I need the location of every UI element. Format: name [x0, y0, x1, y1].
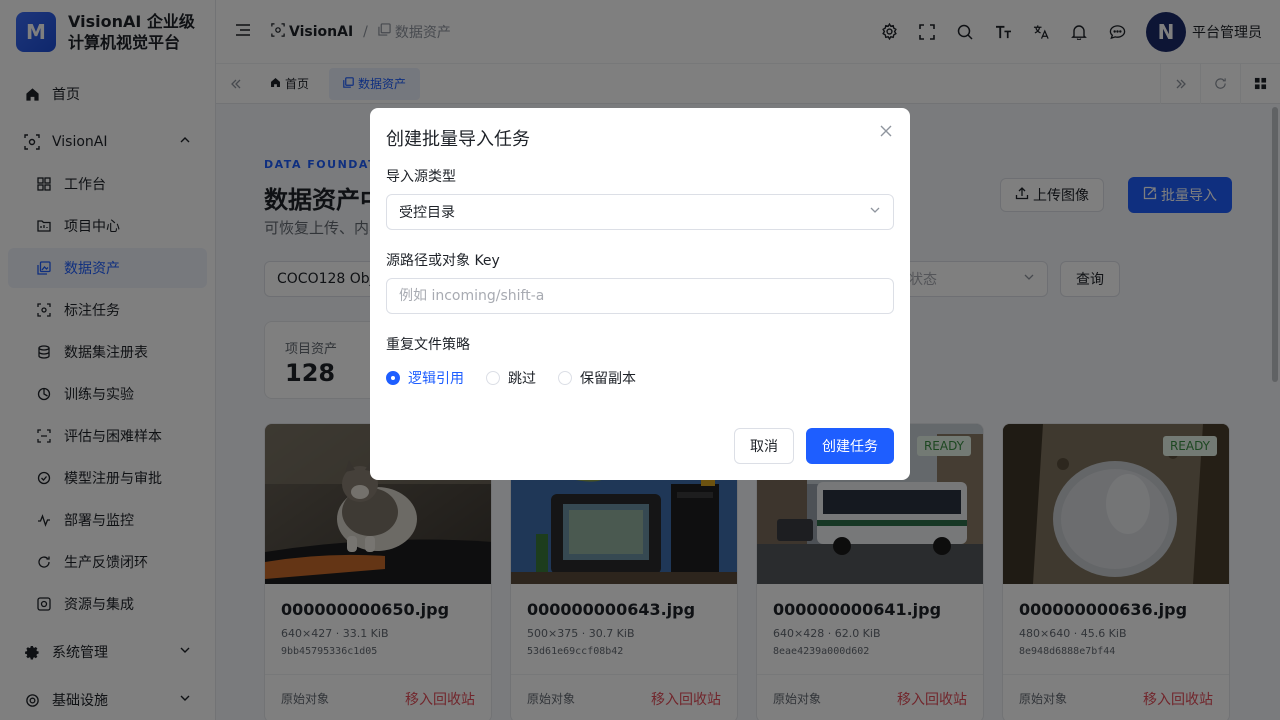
batch-import-dialog: 创建批量导入任务 导入源类型 受控目录 源路径或对象 Key 重复文件策略 逻辑… — [370, 108, 910, 480]
source-type-label: 导入源类型 — [386, 169, 456, 185]
source-type-select[interactable]: 受控目录 — [386, 194, 894, 230]
radio-logical-reference[interactable]: 逻辑引用 — [386, 368, 464, 388]
radio-keep-copy[interactable]: 保留副本 — [558, 368, 636, 388]
source-path-label: 源路径或对象 Key — [386, 253, 500, 269]
radio-dot — [486, 371, 500, 385]
cancel-button[interactable]: 取消 — [734, 428, 794, 464]
chevron-down-icon — [869, 204, 881, 220]
duplicate-policy-radio-group: 逻辑引用 跳过 保留副本 — [386, 368, 658, 388]
radio-label: 保留副本 — [580, 371, 636, 387]
source-type-value: 受控目录 — [399, 205, 455, 221]
radio-label: 逻辑引用 — [408, 371, 464, 387]
radio-dot — [558, 371, 572, 385]
radio-dot — [386, 371, 400, 385]
create-task-button[interactable]: 创建任务 — [806, 428, 894, 464]
duplicate-policy-label: 重复文件策略 — [386, 337, 470, 353]
radio-label: 跳过 — [508, 371, 536, 387]
source-path-input[interactable] — [386, 278, 894, 314]
radio-skip[interactable]: 跳过 — [486, 368, 536, 388]
dialog-title: 创建批量导入任务 — [386, 129, 530, 150]
close-icon[interactable] — [878, 123, 894, 139]
